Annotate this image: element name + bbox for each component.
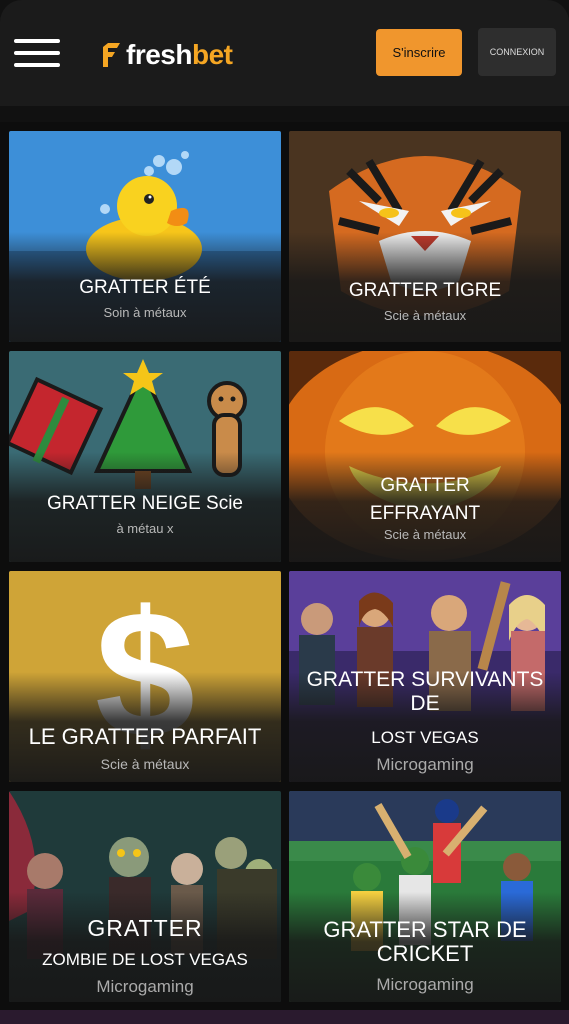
game-title-line2: ZOMBIE DE LOST VEGAS (42, 950, 248, 969)
game-tile-gratter-effrayant[interactable]: GRATTER EFFRAYANT Scie à métaux (289, 351, 561, 562)
game-tile-gratter-ete[interactable]: GRATTER ÉTÉ Soin à métaux (9, 131, 281, 342)
game-tile-gratter-zombie[interactable]: GRATTER ZOMBIE DE LOST VEGAS Microgaming (9, 791, 281, 1002)
game-provider: Microgaming (96, 977, 194, 996)
game-tile-le-gratter-parfait[interactable]: $ LE GRATTER PARFAIT Scie à métaux (9, 571, 281, 782)
games-grid: GRATTER ÉTÉ Soin à métaux GRATTER TIGRE … (0, 122, 569, 1024)
top-header: freshbet S'inscrire CONNEXION (0, 0, 569, 106)
game-title-line2: EFFRAYANT (369, 503, 481, 524)
game-title-line1: GRATTER (87, 915, 203, 941)
game-tile-gratter-star-de-cricket[interactable]: GRATTER STAR DE CRICKET Microgaming (289, 791, 561, 1002)
game-tile-gratter-tigre[interactable]: GRATTER TIGRE Scie à métaux (289, 131, 561, 342)
game-title-line1: GRATTER SURVIVANTS DE (306, 668, 544, 715)
game-tile-gratter-survivants[interactable]: GRATTER SURVIVANTS DE LOST VEGAS Microga… (289, 571, 561, 782)
hamburger-menu-icon[interactable] (14, 39, 60, 67)
game-title: GRATTER NEIGE Scie (46, 493, 243, 514)
game-provider: Scie à métaux (100, 756, 190, 772)
game-title: GRATTER STAR DE CRICKET (323, 917, 527, 966)
game-provider: Microgaming (376, 755, 474, 774)
logo-text: freshbet (126, 39, 233, 70)
logo-mark-icon (103, 43, 120, 67)
game-provider: Scie à métaux (383, 308, 467, 323)
freshbet-logo[interactable]: freshbet (100, 38, 233, 72)
game-provider: Microgaming (376, 975, 474, 994)
game-title: GRATTER ÉTÉ (79, 277, 211, 298)
game-provider: Scie à métaux (383, 527, 467, 542)
game-title-line2: LOST VEGAS (371, 728, 479, 747)
game-title-line1: GRATTER (380, 475, 470, 496)
game-provider: à métau x (116, 521, 174, 536)
game-tile-gratter-neige[interactable]: GRATTER NEIGE Scie à métau x (9, 351, 281, 562)
game-title: LE GRATTER PARFAIT (28, 724, 262, 749)
header-divider (0, 106, 569, 122)
game-provider: Soin à métaux (103, 305, 187, 320)
login-button[interactable]: CONNEXION (478, 28, 556, 76)
next-row-peek (0, 1010, 569, 1024)
game-title: GRATTER TIGRE (348, 280, 502, 301)
signup-button[interactable]: S'inscrire (376, 29, 462, 76)
